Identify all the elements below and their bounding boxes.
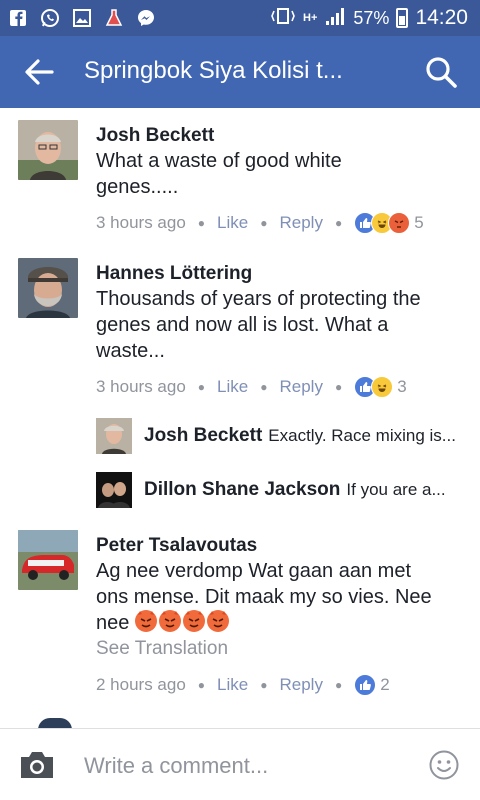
avatar bbox=[96, 472, 132, 508]
gallery-icon bbox=[72, 8, 92, 28]
reply-author[interactable]: Josh Beckett bbox=[144, 425, 262, 447]
smiley-icon[interactable] bbox=[428, 749, 460, 781]
comment-text-line: Thousands of years of protecting the bbox=[96, 288, 421, 310]
clock: 14:20 bbox=[415, 6, 468, 29]
network-type: H+ bbox=[303, 12, 318, 24]
title-bar: Springbok Siya Kolisi t... bbox=[0, 36, 480, 108]
reply-snippet: Exactly. Race mixing is... bbox=[268, 426, 456, 445]
comment-author[interactable]: Josh Beckett bbox=[96, 124, 464, 148]
separator-dot: ● bbox=[260, 380, 268, 394]
reaction-count: 2 bbox=[380, 675, 390, 694]
see-translation-link[interactable]: See Translation bbox=[96, 636, 464, 662]
comment-meta: 3 hours ago ● Like ● Reply ● 5 bbox=[96, 210, 464, 236]
angry-reaction-icon bbox=[388, 212, 411, 234]
separator-dot: ● bbox=[334, 216, 343, 230]
reply-link[interactable]: Reply bbox=[279, 377, 322, 397]
comment-text-line-with-emoji: nee bbox=[96, 610, 464, 636]
flask-icon bbox=[104, 8, 124, 28]
reply-preview[interactable]: Dillon Shane Jackson If you are a... bbox=[96, 472, 470, 508]
separator-dot: ● bbox=[260, 678, 268, 692]
whatsapp-icon bbox=[40, 8, 60, 28]
separator-dot: ● bbox=[260, 216, 268, 230]
comment-text-line: What a waste of good white bbox=[96, 150, 342, 172]
comment-text-line: waste... bbox=[96, 340, 165, 362]
separator-dot: ● bbox=[197, 380, 206, 394]
reactions-summary[interactable]: 5 bbox=[354, 212, 424, 234]
reaction-count: 3 bbox=[397, 377, 407, 396]
like-link[interactable]: Like bbox=[217, 377, 248, 397]
comment-meta: 3 hours ago ● Like ● Reply ● 3 bbox=[96, 374, 464, 400]
angry-devil-emoji-icon bbox=[158, 610, 181, 632]
comment-author[interactable]: Peter Tsalavoutas bbox=[96, 534, 464, 558]
avatar[interactable] bbox=[18, 530, 78, 590]
comment: Josh Beckett What a waste of good white … bbox=[0, 118, 480, 248]
reactions-summary[interactable]: 2 bbox=[354, 674, 390, 696]
reply-preview[interactable]: Josh Beckett Exactly. Race mixing is... bbox=[96, 418, 470, 454]
page-title: Springbok Siya Kolisi t... bbox=[84, 57, 343, 84]
reply-link[interactable]: Reply bbox=[279, 675, 322, 695]
reaction-count: 5 bbox=[414, 213, 424, 232]
angry-devil-emoji-icon bbox=[182, 610, 205, 632]
comment-text-line: genes and now all is lost. What a bbox=[96, 314, 389, 336]
comment-input[interactable] bbox=[84, 751, 384, 781]
status-bar: H+ 57% 14:20 bbox=[0, 0, 480, 36]
reply-link[interactable]: Reply bbox=[279, 213, 322, 233]
reply-snippet: If you are a... bbox=[346, 480, 446, 499]
haha-reaction-icon bbox=[371, 376, 394, 398]
messenger-icon bbox=[136, 8, 156, 28]
comment-text-line: Ag nee verdomp Wat gaan aan met bbox=[96, 560, 411, 582]
comment-meta: 2 hours ago ● Like ● Reply ● 2 bbox=[96, 672, 464, 698]
vibrate-icon bbox=[270, 6, 296, 31]
angry-devil-emoji-icon bbox=[206, 610, 229, 632]
reactions-summary[interactable]: 3 bbox=[354, 376, 407, 398]
battery-percent: 57% bbox=[353, 7, 390, 28]
comment-text-line: ons mense. Dit maak my so vies. Nee bbox=[96, 586, 432, 608]
separator-dot: ● bbox=[197, 216, 206, 230]
like-link[interactable]: Like bbox=[217, 213, 248, 233]
reply-author[interactable]: Dillon Shane Jackson bbox=[144, 479, 340, 501]
comment-composer bbox=[0, 728, 480, 800]
comment-text-line: genes..... bbox=[96, 176, 179, 198]
like-link[interactable]: Like bbox=[217, 675, 248, 695]
separator-dot: ● bbox=[334, 678, 343, 692]
signal-icon bbox=[324, 6, 346, 31]
comment-author[interactable]: Hannes Löttering bbox=[96, 262, 464, 286]
comment-timestamp: 3 hours ago bbox=[96, 377, 186, 396]
search-icon[interactable] bbox=[424, 55, 458, 89]
comment-timestamp: 3 hours ago bbox=[96, 213, 186, 232]
comment-text-line: nee bbox=[96, 612, 130, 634]
angry-devil-emoji-icon bbox=[134, 610, 157, 632]
avatar[interactable] bbox=[18, 120, 78, 180]
avatar bbox=[96, 418, 132, 454]
camera-icon[interactable] bbox=[18, 749, 56, 781]
facebook-f-icon bbox=[8, 8, 28, 28]
separator-dot: ● bbox=[197, 678, 206, 692]
back-arrow-icon[interactable] bbox=[22, 56, 56, 88]
comment: Peter Tsalavoutas Ag nee verdomp Wat gaa… bbox=[0, 528, 480, 718]
avatar[interactable] bbox=[18, 258, 78, 318]
battery-icon bbox=[396, 8, 409, 28]
separator-dot: ● bbox=[334, 380, 343, 394]
comment-timestamp: 2 hours ago bbox=[96, 675, 186, 694]
like-reaction-icon bbox=[354, 674, 377, 696]
